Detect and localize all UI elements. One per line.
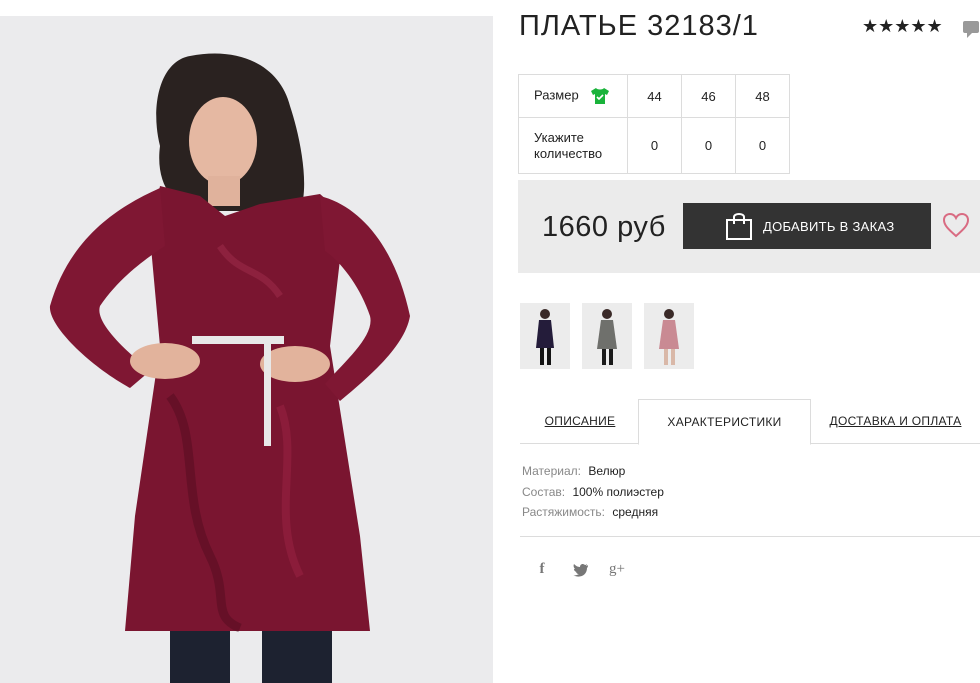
thumbnail-1[interactable] <box>520 303 570 369</box>
rating-stars[interactable]: ★★★★★ <box>862 16 943 36</box>
spec-value: Велюр <box>588 464 626 478</box>
buy-box: 1660 руб ДОБАВИТЬ В ЗАКАЗ <box>518 180 980 273</box>
twitter-icon[interactable] <box>571 563 591 577</box>
spec-key: Состав: <box>522 484 566 499</box>
spec-key: Растяжимость: <box>522 505 606 519</box>
heart-icon[interactable] <box>942 212 970 238</box>
thumbnail-grey-dress-image <box>582 303 632 369</box>
shirt-size-icon[interactable] <box>590 87 610 105</box>
spec-row: Растяжимость: средняя <box>522 502 664 523</box>
thumbnail-pink-dress-image <box>644 303 694 369</box>
tab-characteristics-label: ХАРАКТЕРИСТИКИ <box>667 415 782 429</box>
qty-input-46[interactable]: 0 <box>681 117 736 174</box>
thumbnail-3[interactable] <box>644 303 694 369</box>
spec-value: 100% полиэстер <box>572 484 664 499</box>
add-to-order-button[interactable]: ДОБАВИТЬ В ЗАКАЗ <box>683 203 931 249</box>
tab-characteristics[interactable]: ХАРАКТЕРИСТИКИ <box>638 399 811 445</box>
thumbnail-dark-dress-image <box>520 303 570 369</box>
product-price: 1660 руб <box>542 211 666 243</box>
size-46: 46 <box>681 74 736 118</box>
divider <box>520 536 980 537</box>
product-tabs: ОПИСАНИЕ ХАРАКТЕРИСТИКИ ДОСТАВКА И ОПЛАТ… <box>520 399 980 445</box>
add-to-order-label: ДОБАВИТЬ В ЗАКАЗ <box>763 218 895 234</box>
facebook-icon[interactable]: f <box>532 561 552 578</box>
dress-model-image <box>0 16 493 683</box>
comment-icon[interactable] <box>962 20 980 40</box>
tab-delivery-payment[interactable]: ДОСТАВКА И ОПЛАТА <box>811 399 980 444</box>
product-main-photo[interactable] <box>0 16 493 683</box>
qty-input-48[interactable]: 0 <box>735 117 790 174</box>
shopping-bag-icon <box>726 213 752 240</box>
characteristics-list: Материал: Велюр Состав: 100% полиэстер Р… <box>522 461 664 523</box>
size-quantity-table: Размер 44 46 48 Укажите количество 0 0 0 <box>518 74 790 174</box>
spec-row: Материал: Велюр <box>522 461 664 482</box>
size-label-cell: Размер <box>518 74 628 118</box>
spec-key: Материал: <box>522 464 581 478</box>
tab-description-label: ОПИСАНИЕ <box>544 414 616 428</box>
size-48: 48 <box>735 74 790 118</box>
thumbnail-2[interactable] <box>582 303 632 369</box>
product-title: ПЛАТЬЕ 32183/1 <box>519 10 759 42</box>
qty-input-44[interactable]: 0 <box>627 117 682 174</box>
size-44: 44 <box>627 74 682 118</box>
google-plus-icon[interactable]: g+ <box>607 561 627 578</box>
tab-delivery-payment-label: ДОСТАВКА И ОПЛАТА <box>829 414 962 428</box>
tab-description[interactable]: ОПИСАНИЕ <box>520 399 640 444</box>
size-label: Размер <box>534 87 579 103</box>
spec-row: Состав: 100% полиэстер <box>522 482 664 503</box>
quantity-label: Укажите количество <box>518 117 628 174</box>
spec-value: средняя <box>612 505 659 519</box>
